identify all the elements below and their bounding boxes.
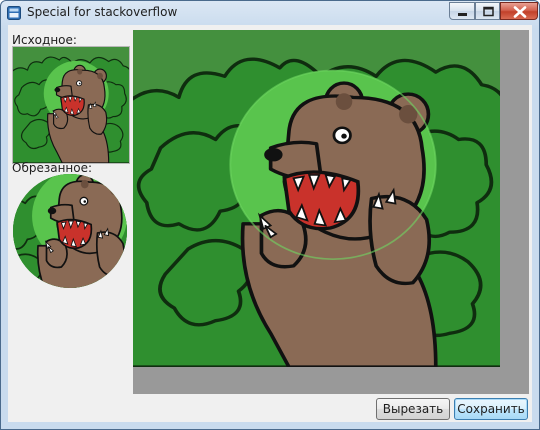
app-window-icon xyxy=(7,6,21,20)
title-bar[interactable]: Special for stackoverflow xyxy=(1,1,539,25)
bear-image-cropped xyxy=(13,174,127,288)
app-window: Special for stackoverflow Исходное: Обре… xyxy=(0,0,540,430)
minimize-button[interactable] xyxy=(449,2,475,20)
bear-image-large xyxy=(133,30,500,367)
original-label: Исходное: xyxy=(12,33,77,47)
crop-button[interactable]: Вырезать xyxy=(376,398,450,420)
maximize-button[interactable] xyxy=(475,2,500,20)
crop-editor-image[interactable] xyxy=(133,30,500,367)
save-button[interactable]: Сохранить xyxy=(454,398,528,420)
cropped-preview xyxy=(12,173,130,291)
original-thumbnail xyxy=(12,46,130,164)
close-icon xyxy=(513,6,527,18)
crop-editor-panel[interactable] xyxy=(133,30,529,394)
minimize-icon xyxy=(458,13,467,16)
window-client-area: Исходное: Обрезанное: Вырезать Сохранить xyxy=(8,25,532,422)
maximize-icon xyxy=(483,6,494,17)
close-button[interactable] xyxy=(500,2,538,20)
window-title: Special for stackoverflow xyxy=(27,5,178,19)
bear-image-thumbnail xyxy=(13,47,129,163)
